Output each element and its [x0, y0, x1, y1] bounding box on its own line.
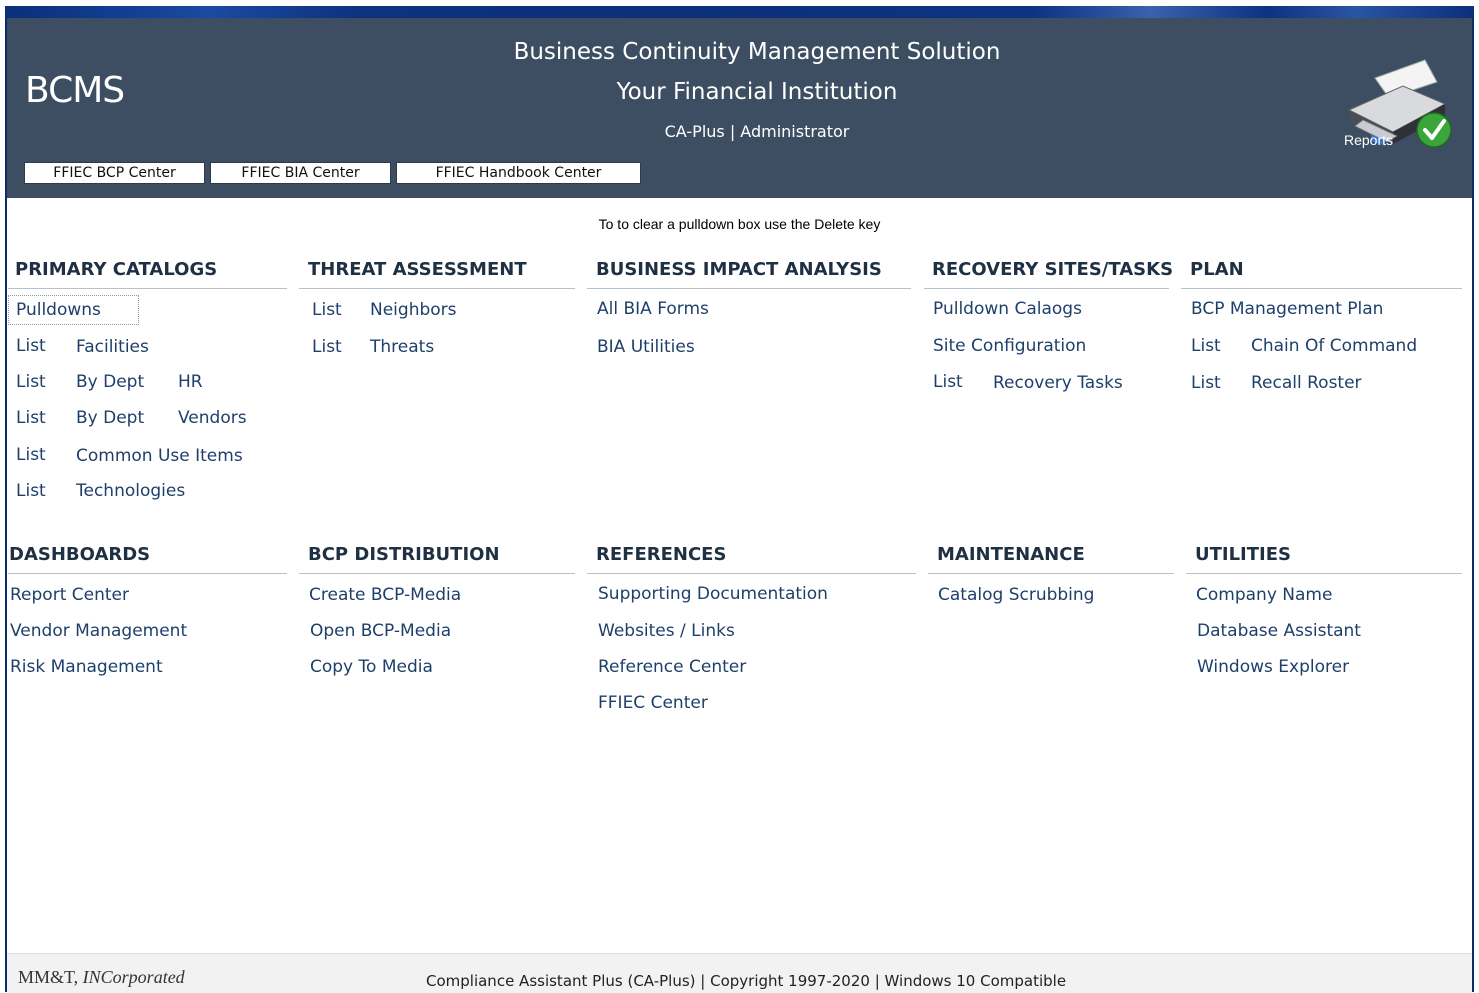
- pulldowns-link[interactable]: Pulldowns: [16, 300, 101, 320]
- facilities-link[interactable]: Facilities: [76, 337, 149, 357]
- list-label: List: [312, 337, 342, 357]
- open-bcp-media-link[interactable]: Open BCP-Media: [310, 621, 451, 641]
- utilities-divider: [1186, 573, 1462, 574]
- company-name-link[interactable]: Company Name: [1196, 585, 1332, 605]
- copyright-line: Compliance Assistant Plus (CA-Plus) | Co…: [426, 972, 1067, 990]
- primary-catalogs-heading: PRIMARY CATALOGS: [15, 259, 218, 280]
- company-logo-text: MM&T, INCorporated: [18, 967, 185, 988]
- references-heading: REFERENCES: [596, 544, 727, 565]
- catalog-scrubbing-link[interactable]: Catalog Scrubbing: [938, 585, 1094, 605]
- bcp-distribution-heading: BCP DISTRIBUTION: [308, 544, 500, 565]
- list-label: List: [1191, 336, 1221, 356]
- ffiec-bcp-center-button[interactable]: FFIEC BCP Center: [24, 162, 205, 184]
- supporting-documentation-link[interactable]: Supporting Documentation: [598, 584, 828, 604]
- by-dept-label: By Dept: [76, 372, 145, 392]
- list-label: List: [16, 408, 46, 428]
- neighbors-link[interactable]: Neighbors: [370, 300, 457, 320]
- database-assistant-link[interactable]: Database Assistant: [1197, 621, 1361, 641]
- ffiec-handbook-center-button[interactable]: FFIEC Handbook Center: [396, 162, 641, 184]
- recall-roster-link[interactable]: Recall Roster: [1251, 373, 1362, 393]
- dashboards-heading: DASHBOARDS: [9, 544, 151, 565]
- ffiec-bia-center-button[interactable]: FFIEC BIA Center: [210, 162, 391, 184]
- company-name-italic: INCorporated: [82, 967, 185, 987]
- pulldown-catalogs-link[interactable]: Pulldown Calaogs: [933, 299, 1082, 319]
- recovery-sites-tasks-divider: [924, 288, 1169, 289]
- list-label: List: [16, 336, 46, 356]
- all-bia-forms-link[interactable]: All BIA Forms: [597, 299, 709, 319]
- recovery-tasks-link[interactable]: Recovery Tasks: [993, 373, 1123, 393]
- maintenance-heading: MAINTENANCE: [937, 544, 1085, 565]
- copy-to-media-link[interactable]: Copy To Media: [310, 657, 433, 677]
- primary-catalogs-divider: [8, 288, 287, 289]
- pulldown-hint: To to clear a pulldown box use the Delet…: [598, 216, 881, 232]
- recovery-sites-tasks-heading: RECOVERY SITES/TASKS: [932, 259, 1174, 280]
- bcp-distribution-divider: [299, 573, 575, 574]
- bia-divider: [587, 288, 911, 289]
- ffiec-center-link[interactable]: FFIEC Center: [598, 693, 708, 713]
- plan-heading: PLAN: [1190, 259, 1244, 280]
- threats-link[interactable]: Threats: [370, 337, 434, 357]
- bcp-management-plan-link[interactable]: BCP Management Plan: [1191, 299, 1383, 319]
- reports-button[interactable]: Reports: [1341, 58, 1452, 154]
- window-top-strip: [5, 6, 1474, 18]
- dashboards-divider: [8, 573, 287, 574]
- vendors-link[interactable]: Vendors: [178, 408, 247, 428]
- company-name-main: MM&T,: [18, 967, 83, 987]
- list-label: List: [16, 445, 46, 465]
- windows-explorer-link[interactable]: Windows Explorer: [1197, 657, 1349, 677]
- site-configuration-link[interactable]: Site Configuration: [933, 336, 1086, 356]
- risk-management-link[interactable]: Risk Management: [10, 657, 163, 677]
- technologies-link[interactable]: Technologies: [76, 481, 185, 501]
- bia-utilities-link[interactable]: BIA Utilities: [597, 337, 695, 357]
- create-bcp-media-link[interactable]: Create BCP-Media: [309, 585, 461, 605]
- header-banner: BCMS Business Continuity Management Solu…: [7, 18, 1472, 198]
- by-dept-label: By Dept: [76, 408, 145, 428]
- maintenance-divider: [928, 573, 1174, 574]
- report-center-link[interactable]: Report Center: [10, 585, 129, 605]
- utilities-heading: UTILITIES: [1195, 544, 1291, 565]
- references-divider: [587, 573, 916, 574]
- websites-links-link[interactable]: Websites / Links: [598, 621, 735, 641]
- list-label: List: [1191, 373, 1221, 393]
- list-label: List: [16, 481, 46, 501]
- hr-link[interactable]: HR: [178, 372, 203, 392]
- institution-name: Your Financial Institution: [616, 79, 898, 105]
- reference-center-link[interactable]: Reference Center: [598, 657, 746, 677]
- plan-divider: [1181, 288, 1462, 289]
- bia-heading: BUSINESS IMPACT ANALYSIS: [596, 259, 882, 280]
- list-label: List: [312, 300, 342, 320]
- vendor-management-link[interactable]: Vendor Management: [10, 621, 187, 641]
- threat-assessment-divider: [299, 288, 575, 289]
- threat-assessment-heading: THREAT ASSESSMENT: [308, 259, 527, 280]
- common-use-items-link[interactable]: Common Use Items: [76, 446, 243, 466]
- chain-of-command-link[interactable]: Chain Of Command: [1251, 336, 1417, 356]
- list-label: List: [933, 372, 963, 392]
- reports-label: Reports: [1344, 132, 1394, 148]
- user-role-line: CA-Plus | Administrator: [664, 122, 850, 141]
- solution-title: Business Continuity Management Solution: [513, 39, 1001, 65]
- list-label: List: [16, 372, 46, 392]
